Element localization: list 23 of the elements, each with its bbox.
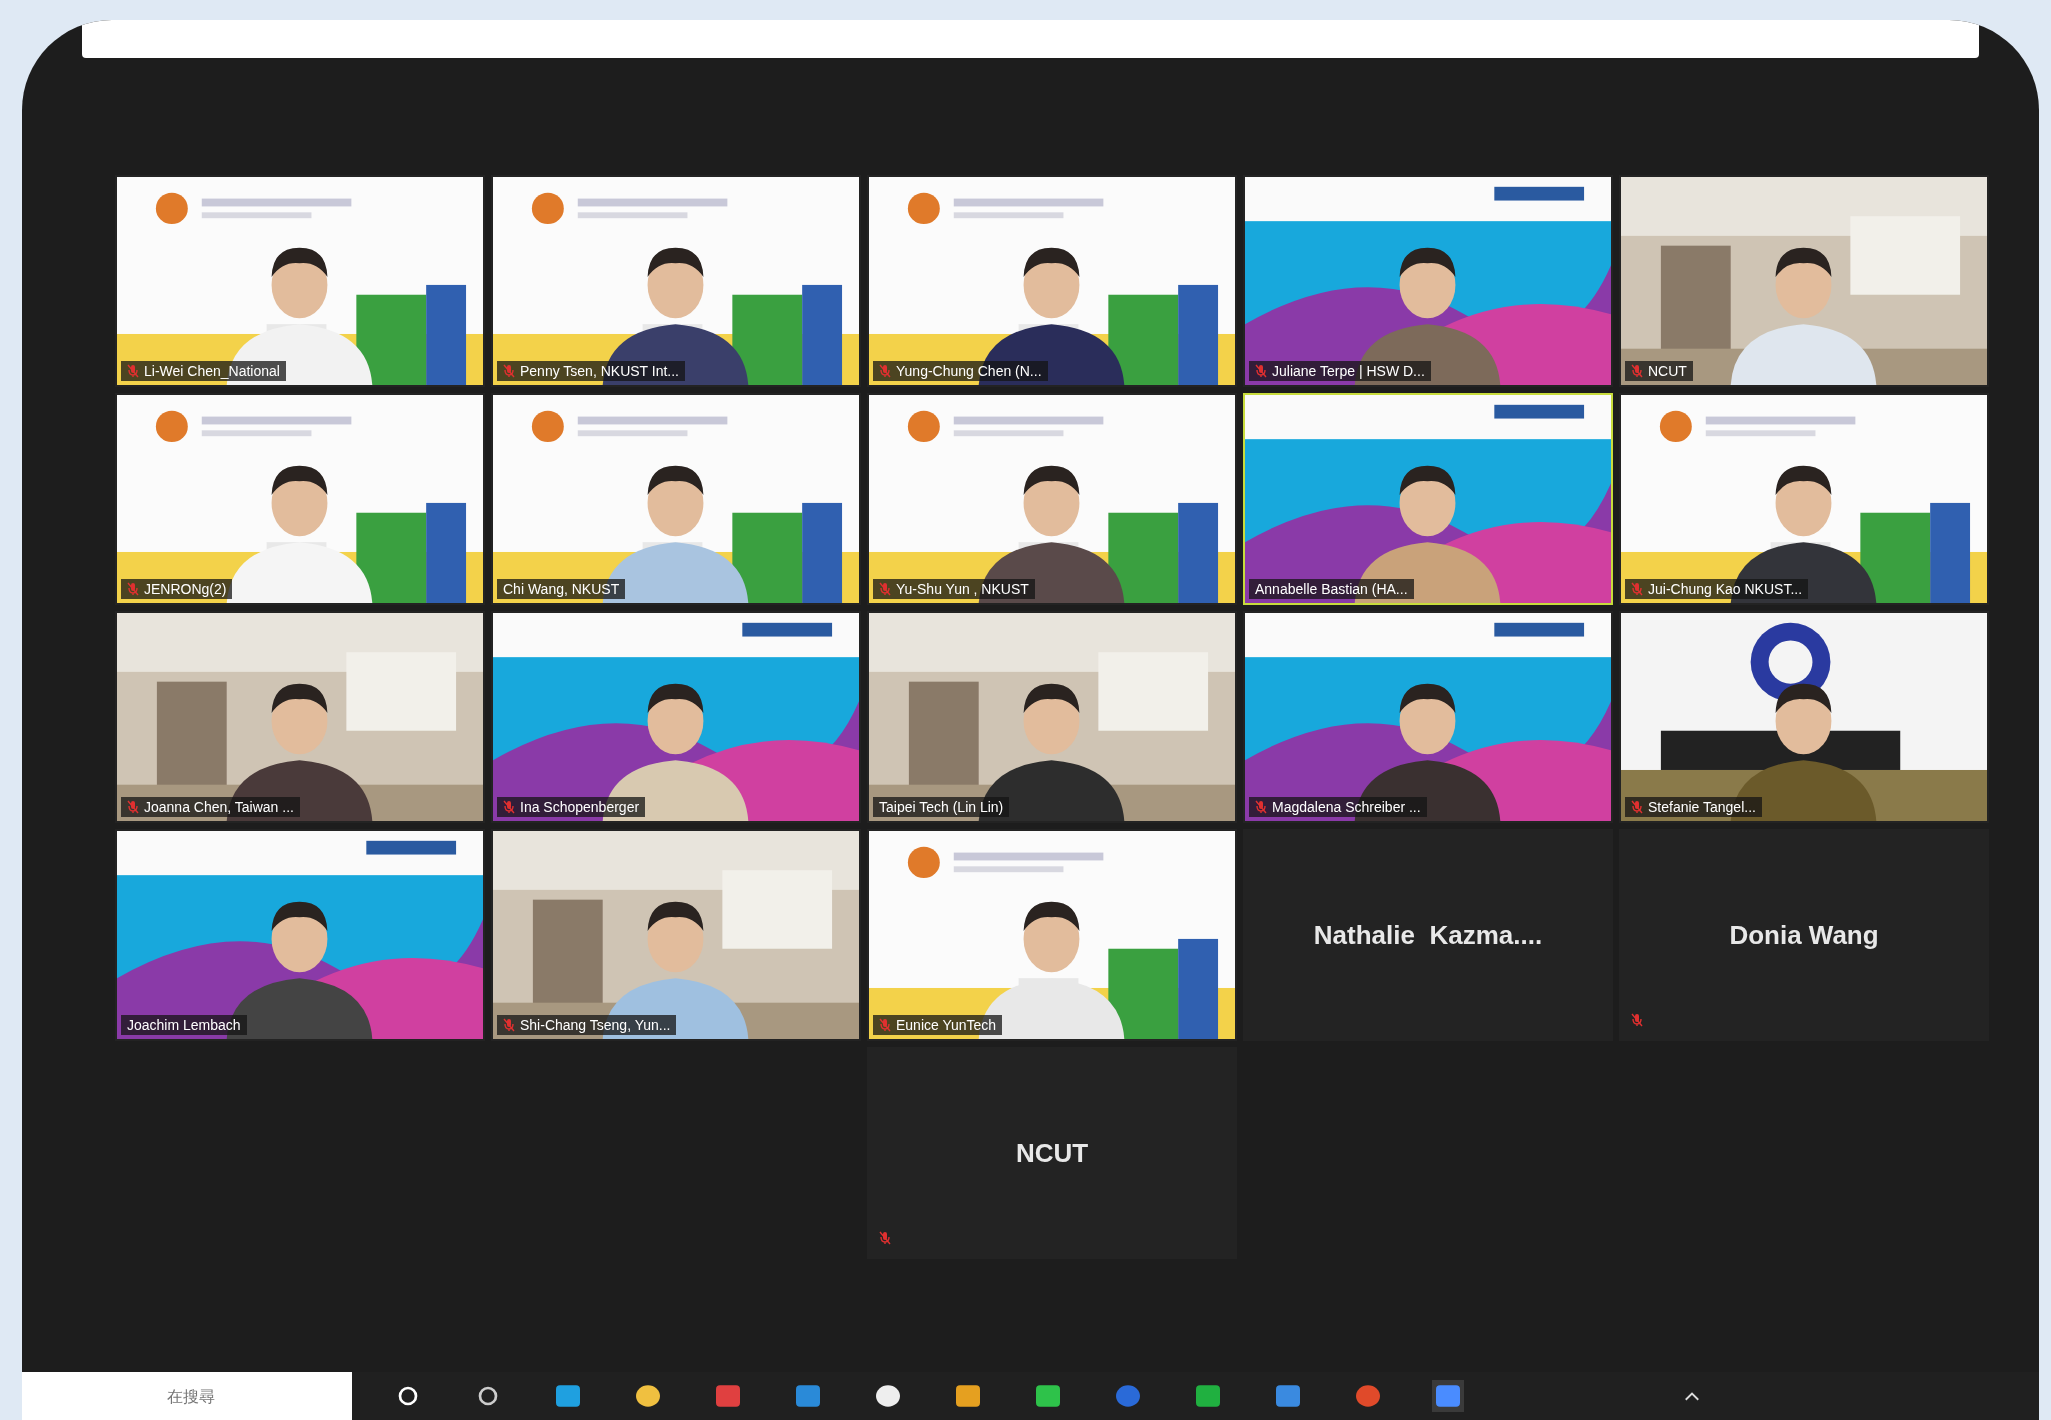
participant-name: Stefanie Tangel...	[1648, 799, 1756, 815]
participant-name: Penny Tsen, NKUST Int...	[520, 363, 679, 379]
participant-name: Donia Wang	[1729, 919, 1879, 951]
participant-name: Nathalie Kazma....	[1313, 919, 1543, 951]
participant-name: Taipei Tech (Lin Lin)	[879, 799, 1004, 815]
participant-name: NCUT	[1648, 363, 1687, 379]
participant-name: JENRONg(2)	[144, 581, 227, 597]
participant-name: Joanna Chen, Taiwan ...	[144, 799, 294, 815]
participant-name: Yung-Chung Chen (N...	[896, 363, 1042, 379]
participant-name: Juliane Terpe | HSW D...	[1272, 363, 1425, 379]
participant-name: Joachim Lembach	[127, 1017, 241, 1033]
caret-icon[interactable]	[1684, 1391, 1700, 1401]
participant-name: Annabelle Bastian (HA...	[1255, 581, 1408, 597]
participant-name: NCUT	[1015, 1137, 1089, 1169]
participant-name: Ina Schopenberger	[520, 799, 640, 815]
search-field[interactable]: 在搜尋	[22, 1372, 352, 1420]
participant-name: Shi-Chang Tseng, Yun...	[520, 1017, 671, 1033]
participant-name: Eunice YunTech	[896, 1017, 997, 1033]
participant-name: Li-Wei Chen_National	[144, 363, 280, 379]
participant-name: Chi Wang, NKUST	[503, 581, 620, 597]
participant-name: Magdalena Schreiber ...	[1272, 799, 1421, 815]
participant-name: Yu-Shu Yun , NKUST	[896, 581, 1029, 597]
participant-name: Jui-Chung Kao NKUST...	[1648, 581, 1803, 597]
